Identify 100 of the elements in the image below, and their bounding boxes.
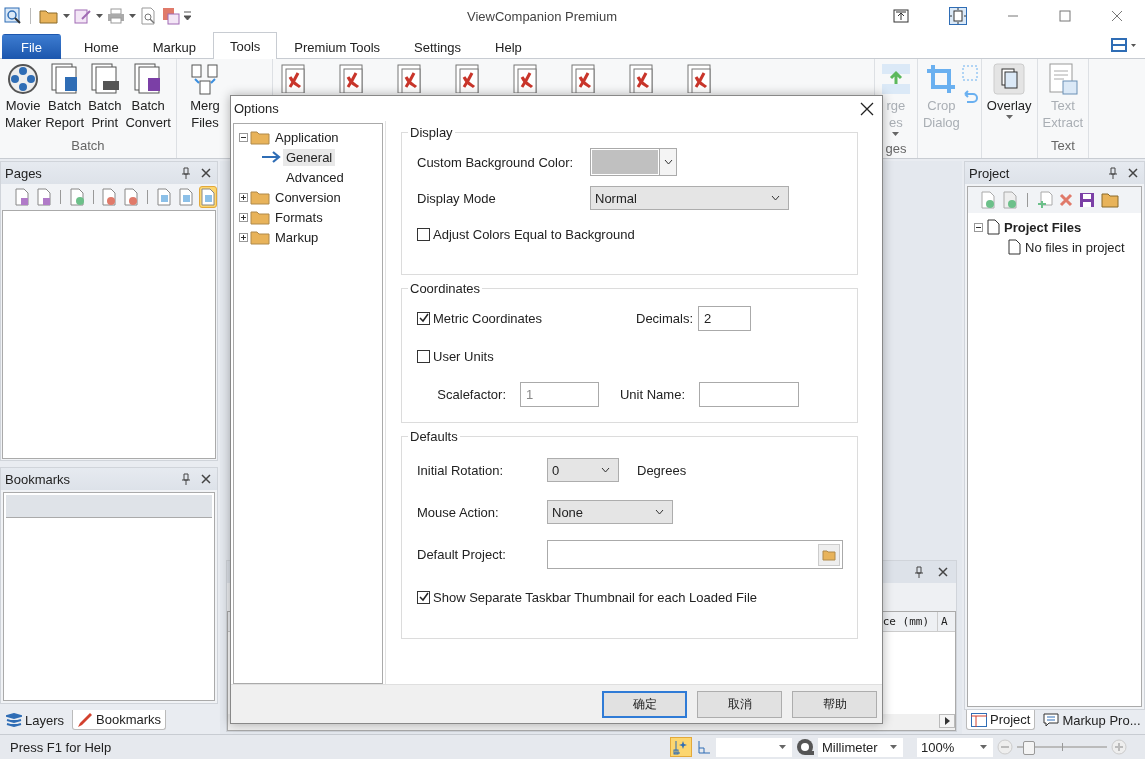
pdf-icon[interactable] bbox=[162, 7, 180, 25]
caret-icon[interactable] bbox=[129, 13, 136, 19]
panel-tab[interactable]: Markup Pro... bbox=[1039, 710, 1145, 730]
ribbon-tab[interactable]: Settings bbox=[397, 34, 479, 59]
unit-dropdown[interactable]: Millimeter bbox=[818, 737, 903, 757]
tree-item[interactable]: Project Files bbox=[1004, 219, 1082, 235]
delete-icon[interactable] bbox=[1059, 193, 1073, 207]
page-tool-button[interactable] bbox=[122, 186, 141, 208]
ribbon-button[interactable]: Batch Convert bbox=[123, 63, 173, 131]
field-label: Custom Background Color: bbox=[417, 154, 575, 170]
group-title: Display bbox=[409, 125, 454, 140]
ribbon-tab[interactable]: Home bbox=[66, 34, 136, 59]
field-label: Display Mode bbox=[417, 190, 497, 206]
caret-icon[interactable] bbox=[96, 13, 103, 19]
close-icon[interactable] bbox=[1128, 168, 1138, 178]
tree-item[interactable]: Conversion bbox=[272, 188, 344, 206]
default-project-field[interactable] bbox=[547, 540, 843, 569]
page-tool-button[interactable] bbox=[35, 186, 53, 208]
crop-icon bbox=[925, 63, 958, 95]
collapse-icon[interactable] bbox=[239, 132, 248, 142]
pin-icon[interactable] bbox=[914, 566, 924, 578]
checkbox[interactable]: Metric Coordinates bbox=[417, 310, 636, 326]
group-label: Text bbox=[1050, 137, 1075, 155]
mouse-action-select[interactable]: None bbox=[547, 500, 673, 524]
tree-item[interactable]: General bbox=[283, 148, 336, 166]
rotation-select[interactable]: 0 bbox=[547, 458, 619, 482]
panel-title: Pages bbox=[5, 165, 42, 181]
tree-item[interactable]: Advanced bbox=[283, 168, 347, 186]
group-label: ges bbox=[885, 140, 907, 158]
scroll-right-icon[interactable] bbox=[939, 714, 955, 728]
upload-icon[interactable] bbox=[893, 9, 909, 23]
caret-icon bbox=[892, 132, 900, 137]
edit-icon[interactable] bbox=[74, 7, 92, 25]
page-tool-button[interactable] bbox=[100, 186, 119, 208]
decimals-field[interactable]: 2 bbox=[698, 305, 751, 331]
checkbox[interactable]: User Units bbox=[417, 348, 494, 364]
save-icon[interactable] bbox=[1079, 192, 1095, 208]
tape-measure-icon[interactable] bbox=[796, 738, 814, 756]
zoom-dropdown[interactable]: 100% bbox=[917, 737, 993, 757]
close-icon[interactable] bbox=[201, 474, 211, 484]
ribbon-tab[interactable]: Help bbox=[478, 34, 539, 59]
dialog-button[interactable]: 取消 bbox=[697, 690, 782, 718]
fit-page-icon[interactable] bbox=[949, 7, 967, 25]
snap-button[interactable] bbox=[670, 737, 692, 757]
checkbox[interactable]: Show Separate Taskbar Thumbnail for each Loaded File bbox=[417, 589, 757, 605]
caret-icon bbox=[980, 744, 987, 750]
dialog-title: Options bbox=[234, 101, 279, 116]
panel-tab[interactable]: Bookmarks bbox=[72, 710, 167, 730]
tree-item[interactable]: Application bbox=[272, 128, 342, 146]
print-preview-icon[interactable] bbox=[140, 7, 158, 25]
layout-icon[interactable] bbox=[1111, 38, 1137, 52]
checkbox[interactable]: Adjust Colors Equal to Background bbox=[417, 226, 635, 242]
close-icon[interactable] bbox=[860, 101, 874, 116]
color-picker[interactable] bbox=[590, 148, 677, 176]
unit-label: Degrees bbox=[637, 462, 687, 478]
pin-icon[interactable] bbox=[1108, 167, 1118, 179]
column-header: A bbox=[940, 614, 949, 630]
page-tool-button[interactable] bbox=[13, 186, 31, 208]
arrow-icon bbox=[261, 151, 281, 163]
ortho-icon[interactable] bbox=[696, 739, 712, 755]
tree-item[interactable]: No files in project bbox=[1025, 239, 1125, 255]
customize-icon[interactable] bbox=[184, 11, 191, 21]
ribbon-tab[interactable]: Markup bbox=[135, 34, 213, 59]
panel-tab[interactable]: Layers bbox=[2, 710, 69, 730]
zoom-slider[interactable] bbox=[1017, 739, 1107, 755]
folder-icon bbox=[250, 129, 270, 145]
panel-tab[interactable]: Project bbox=[966, 710, 1036, 730]
pin-icon[interactable] bbox=[181, 473, 191, 485]
document-icon bbox=[1008, 239, 1021, 255]
table-icon bbox=[971, 712, 987, 727]
ribbon-button[interactable]: Batch Report bbox=[43, 63, 87, 131]
status-message: Press F1 for Help bbox=[9, 739, 112, 755]
close-icon[interactable] bbox=[201, 168, 211, 178]
dialog-button[interactable]: 帮助 bbox=[792, 690, 877, 718]
display-mode-select[interactable]: Normal bbox=[590, 186, 789, 210]
ribbon-tab[interactable]: Tools bbox=[213, 32, 278, 59]
expand-icon[interactable] bbox=[239, 192, 248, 202]
ribbon-tab[interactable]: File bbox=[2, 34, 61, 59]
ribbon-button[interactable]: Movie Maker bbox=[3, 63, 44, 131]
collapse-icon[interactable] bbox=[974, 222, 983, 232]
app-icon[interactable] bbox=[4, 7, 22, 25]
caret-icon[interactable] bbox=[63, 13, 70, 19]
tree-item[interactable]: Markup bbox=[272, 228, 322, 246]
folder-icon bbox=[250, 189, 270, 205]
merge-pages-icon bbox=[188, 63, 221, 95]
close-icon[interactable] bbox=[938, 567, 948, 577]
ribbon-button[interactable]: Overlay bbox=[984, 63, 1034, 122]
text-document-icon bbox=[1046, 63, 1079, 95]
pin-icon[interactable] bbox=[181, 167, 191, 179]
ribbon-tab[interactable]: Premium Tools bbox=[277, 34, 398, 59]
tree-item[interactable]: Formats bbox=[272, 208, 326, 226]
comment-icon bbox=[1043, 713, 1060, 727]
unit-name-field[interactable] bbox=[699, 381, 799, 407]
folder-icon[interactable] bbox=[1101, 192, 1119, 208]
ribbon-button[interactable]: Merg Files bbox=[186, 63, 223, 131]
maximize-icon[interactable] bbox=[1059, 10, 1071, 22]
expand-icon[interactable] bbox=[239, 232, 248, 242]
expand-icon[interactable] bbox=[239, 212, 248, 222]
dialog-button[interactable]: 确定 bbox=[602, 690, 687, 718]
ribbon-button[interactable]: Batch Print bbox=[86, 63, 124, 131]
